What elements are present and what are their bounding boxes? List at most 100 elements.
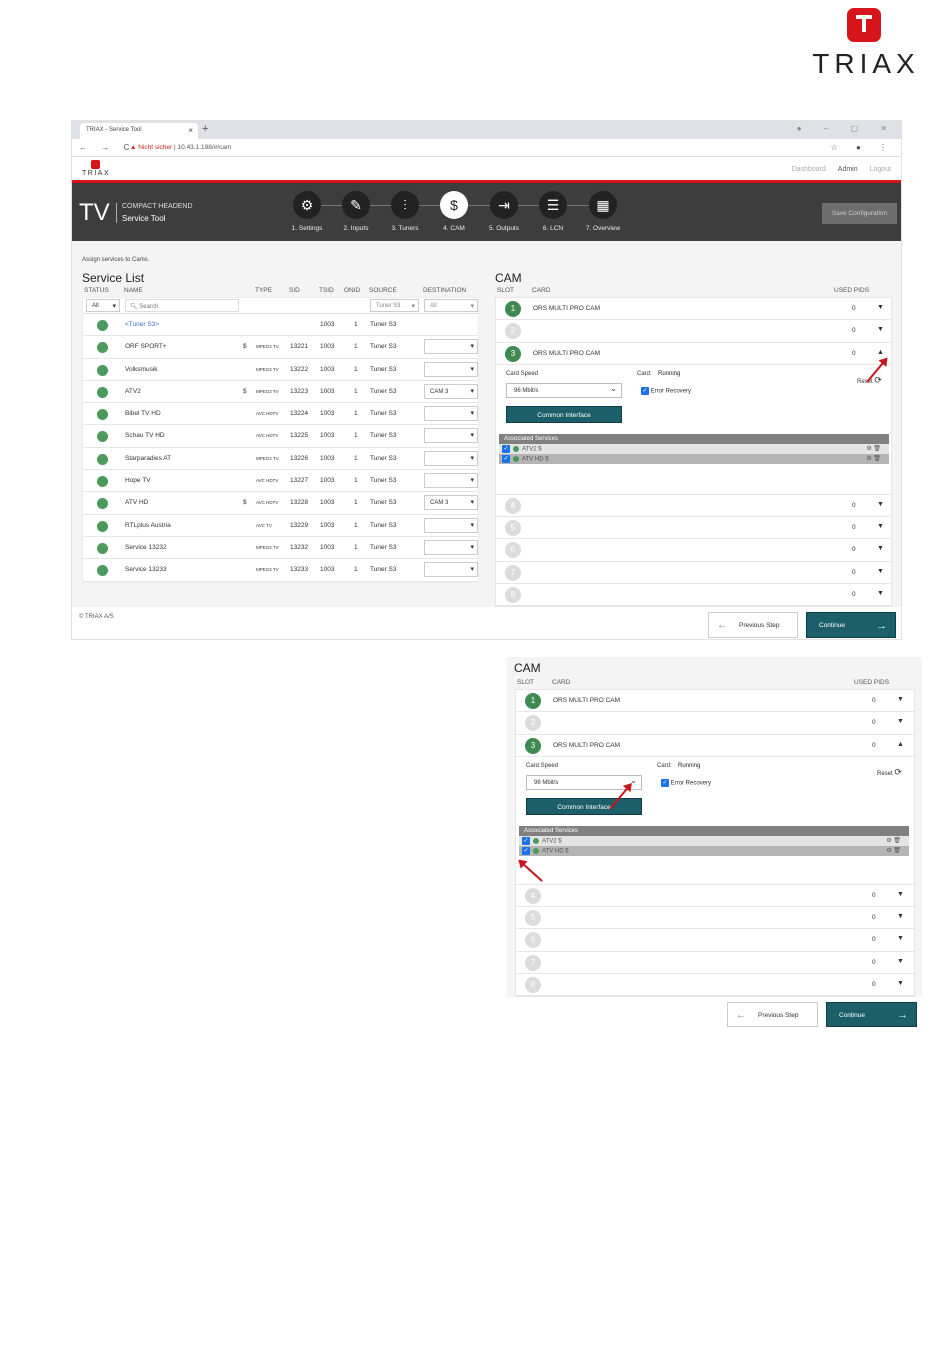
destination-select[interactable]: CAM 3 <box>424 383 478 399</box>
chevron-up-icon[interactable]: ▲ <box>897 741 904 748</box>
step-settings[interactable]: ⚙ 1. Settings <box>282 191 343 232</box>
new-tab-icon[interactable]: + <box>202 123 208 135</box>
service-checkbox[interactable]: ✓ <box>522 846 530 855</box>
cam-slot-row[interactable]: 5 0 ▼ <box>516 907 914 930</box>
cam-slot-row[interactable]: 7 0 ▼ <box>496 562 891 585</box>
service-checkbox[interactable]: ✓ <box>502 444 510 453</box>
destination-select[interactable] <box>424 406 478 422</box>
gear-icon[interactable]: ⚙ <box>886 848 891 854</box>
table-row[interactable]: ATV HD $ AVC HDTV 13228 1003 1 Tuner S3 CAM 3 <box>83 492 478 515</box>
previous-step-button[interactable]: Previous Step <box>727 1002 818 1028</box>
chevron-down-icon[interactable]: ▼ <box>897 980 904 987</box>
reset-button[interactable]: Reset ⟳ <box>877 767 902 778</box>
associated-service-row[interactable]: ✓ ATV2 $ ⚙ 🗑︎ <box>519 835 909 846</box>
table-row[interactable]: Schau TV HD AVC HDTV 13225 1003 1 Tuner S3 <box>83 425 478 448</box>
cam-slot-row[interactable]: 6 0 ▼ <box>496 539 891 562</box>
gear-icon[interactable]: ⚙ <box>866 446 871 452</box>
trash-icon[interactable]: 🗑︎ <box>873 446 881 452</box>
cam-slot-row[interactable]: 4 0 ▼ <box>516 885 914 908</box>
chevron-down-icon[interactable]: ▼ <box>897 891 904 898</box>
cam-slot-row[interactable]: 3 ORS MULTI PRO CAM 0 ▲ <box>496 343 891 365</box>
chevron-down-icon[interactable]: ▼ <box>877 523 884 530</box>
chevron-down-icon[interactable]: ▼ <box>897 718 904 725</box>
cam-slot-row[interactable]: 6 0 ▼ <box>516 929 914 952</box>
cam-slot-row[interactable]: 1 ORS MULTI PRO CAM 0 ▼ <box>516 690 914 713</box>
table-row[interactable]: Bibel TV HD AVC HDTV 13224 1003 1 Tuner S3 <box>83 403 478 426</box>
destination-select[interactable]: CAM 3 <box>424 495 478 511</box>
associated-service-row[interactable]: ✓ ATV HD $ ⚙ 🗑︎ <box>519 845 909 856</box>
table-row[interactable]: Starparadies AT MPEG2 TV 13226 1003 1 Tuner S… <box>83 448 478 471</box>
nav-dashboard[interactable]: Dashboard <box>792 166 826 173</box>
table-row[interactable]: RTLplus Austria AVC TV 13229 1003 1 Tuner S3 <box>83 515 478 537</box>
cam-slot-row[interactable]: 5 0 ▼ <box>496 517 891 540</box>
table-row[interactable]: Service 13233 MPEG2 TV 13233 1003 1 Tuner S3 <box>83 559 478 582</box>
trash-icon[interactable]: 🗑︎ <box>873 456 881 462</box>
cam-slot-row[interactable]: 1 ORS MULTI PRO CAM 0 ▼ <box>496 298 891 321</box>
window-controls[interactable]: ● – ▢ ✕ <box>797 124 897 133</box>
common-interface-button[interactable]: Common Interface <box>526 797 642 815</box>
common-interface-button[interactable]: Common Interface <box>506 405 622 423</box>
step-outputs[interactable]: ⇥ 5. Outputs <box>479 191 540 232</box>
table-row[interactable]: ORF SPORT+ $ MPEG2 TV 13221 1003 1 Tuner S3 <box>83 336 478 359</box>
trash-icon[interactable]: 🗑︎ <box>893 848 901 854</box>
error-recovery-checkbox[interactable]: ✓ Error Recovery <box>641 386 691 395</box>
service-name[interactable]: <Tuner S3> <box>125 321 159 328</box>
card-speed-select[interactable]: 96 Mbit/s <box>506 382 622 398</box>
address-bar[interactable]: ← → C ▲ Nicht sicher | 10.43.1.198/#/cam… <box>72 139 901 157</box>
gear-icon[interactable]: ⚙ <box>866 456 871 462</box>
step-overview[interactable]: ▦ 7. Overview <box>578 191 628 232</box>
destination-select[interactable] <box>424 562 478 578</box>
error-recovery-checkbox[interactable]: ✓ Error Recovery <box>661 778 711 787</box>
table-row[interactable]: <Tuner S3> 1003 1 Tuner S3 <box>83 314 478 337</box>
nav-admin[interactable]: Admin <box>838 166 858 173</box>
cam-slot-row[interactable]: 8 0 ▼ <box>496 584 891 607</box>
save-configuration-button[interactable]: Save Configuration <box>822 203 897 224</box>
chevron-down-icon[interactable]: ▼ <box>897 935 904 942</box>
gear-icon[interactable]: ⚙ <box>886 838 891 844</box>
search-input[interactable]: 🔍︎ Search <box>125 299 239 312</box>
continue-button[interactable]: Continue <box>806 612 896 639</box>
step-cam[interactable]: $4. CAM <box>429 191 490 232</box>
nav-buttons-icon[interactable]: ← → C <box>79 143 135 152</box>
cam-slot-row[interactable]: 2 0 ▼ <box>516 712 914 735</box>
cam-slot-row[interactable]: 4 0 ▼ <box>496 495 891 518</box>
associated-service-row[interactable]: ✓ ATV HD $ ⚙ 🗑︎ <box>499 453 889 464</box>
step-inputs[interactable]: ✎ 2. Inputs <box>331 191 392 232</box>
close-tab-icon[interactable]: × <box>188 126 193 135</box>
service-checkbox[interactable]: ✓ <box>522 836 530 845</box>
destination-select[interactable] <box>424 517 478 533</box>
cam-slot-row[interactable]: 2 0 ▼ <box>496 320 891 343</box>
destination-filter[interactable]: All <box>424 299 478 312</box>
browser-tab[interactable]: TRIAX - Service Tool × <box>80 123 198 139</box>
chevron-down-icon[interactable]: ▼ <box>877 568 884 575</box>
destination-select[interactable] <box>424 361 478 377</box>
trash-icon[interactable]: 🗑︎ <box>893 838 901 844</box>
associated-service-row[interactable]: ✓ ATV2 $ ⚙ 🗑︎ <box>499 443 889 454</box>
chevron-down-icon[interactable]: ▼ <box>897 696 904 703</box>
destination-select[interactable] <box>424 539 478 555</box>
source-filter[interactable]: Tuner S3 <box>370 299 419 312</box>
chevron-down-icon[interactable]: ▼ <box>877 590 884 597</box>
destination-select[interactable] <box>424 339 478 355</box>
cam-slot-row[interactable]: 8 0 ▼ <box>516 974 914 997</box>
chevron-down-icon[interactable]: ▼ <box>877 304 884 311</box>
chevron-down-icon[interactable]: ▼ <box>897 913 904 920</box>
destination-select[interactable] <box>424 473 478 489</box>
url-text[interactable]: 10.43.1.198/#/cam <box>178 144 232 151</box>
cam-slot-row[interactable]: 3 ORS MULTI PRO CAM 0 ▲ <box>516 735 914 757</box>
step-tuners[interactable]: ⫶ 3. Tuners <box>380 191 441 232</box>
table-row[interactable]: Hope TV AVC HDTV 13227 1003 1 Tuner S3 <box>83 470 478 493</box>
cam-slot-row[interactable]: 7 0 ▼ <box>516 952 914 975</box>
chevron-down-icon[interactable]: ▼ <box>897 958 904 965</box>
continue-button[interactable]: Continue <box>826 1002 917 1028</box>
app-logo[interactable]: TRIAX <box>82 160 112 180</box>
status-filter[interactable]: All <box>86 299 120 312</box>
previous-step-button[interactable]: Previous Step <box>708 612 798 639</box>
destination-select[interactable] <box>424 428 478 444</box>
chevron-down-icon[interactable]: ▼ <box>877 326 884 333</box>
table-row[interactable]: Volksmusik MPEG2 TV 13222 1003 1 Tuner S3 <box>83 359 478 381</box>
chevron-down-icon[interactable]: ▼ <box>877 545 884 552</box>
step-lcn[interactable]: ☰ 6. LCN <box>528 191 589 232</box>
table-row[interactable]: ATV2 $ MPEG2 TV 13223 1003 1 Tuner S3 CAM 3 <box>83 381 478 404</box>
nav-logout[interactable]: Logout <box>870 166 891 173</box>
